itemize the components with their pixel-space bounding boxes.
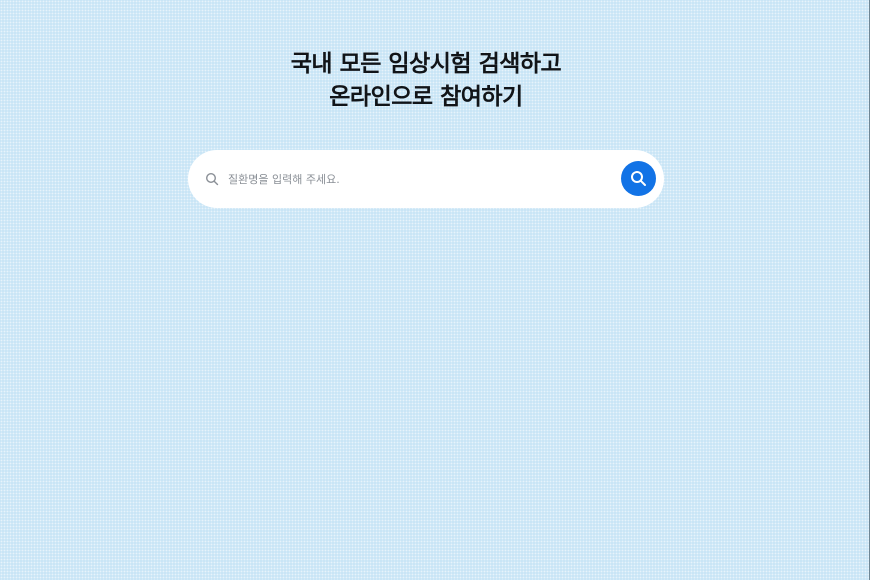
search-input[interactable] <box>228 167 608 191</box>
page-title-line-1: 국내 모든 임상시험 검색하고 <box>290 51 562 77</box>
hero-section: 국내 모든 임상시험 검색하고 온라인으로 참여하기 <box>0 48 852 114</box>
search-button[interactable] <box>621 161 656 196</box>
search-icon <box>631 171 646 186</box>
search-bar <box>188 150 664 208</box>
search-icon <box>205 171 219 186</box>
page-title-line-2: 온라인으로 참여하기 <box>329 84 523 110</box>
page-title: 국내 모든 임상시험 검색하고 온라인으로 참여하기 <box>0 48 852 114</box>
